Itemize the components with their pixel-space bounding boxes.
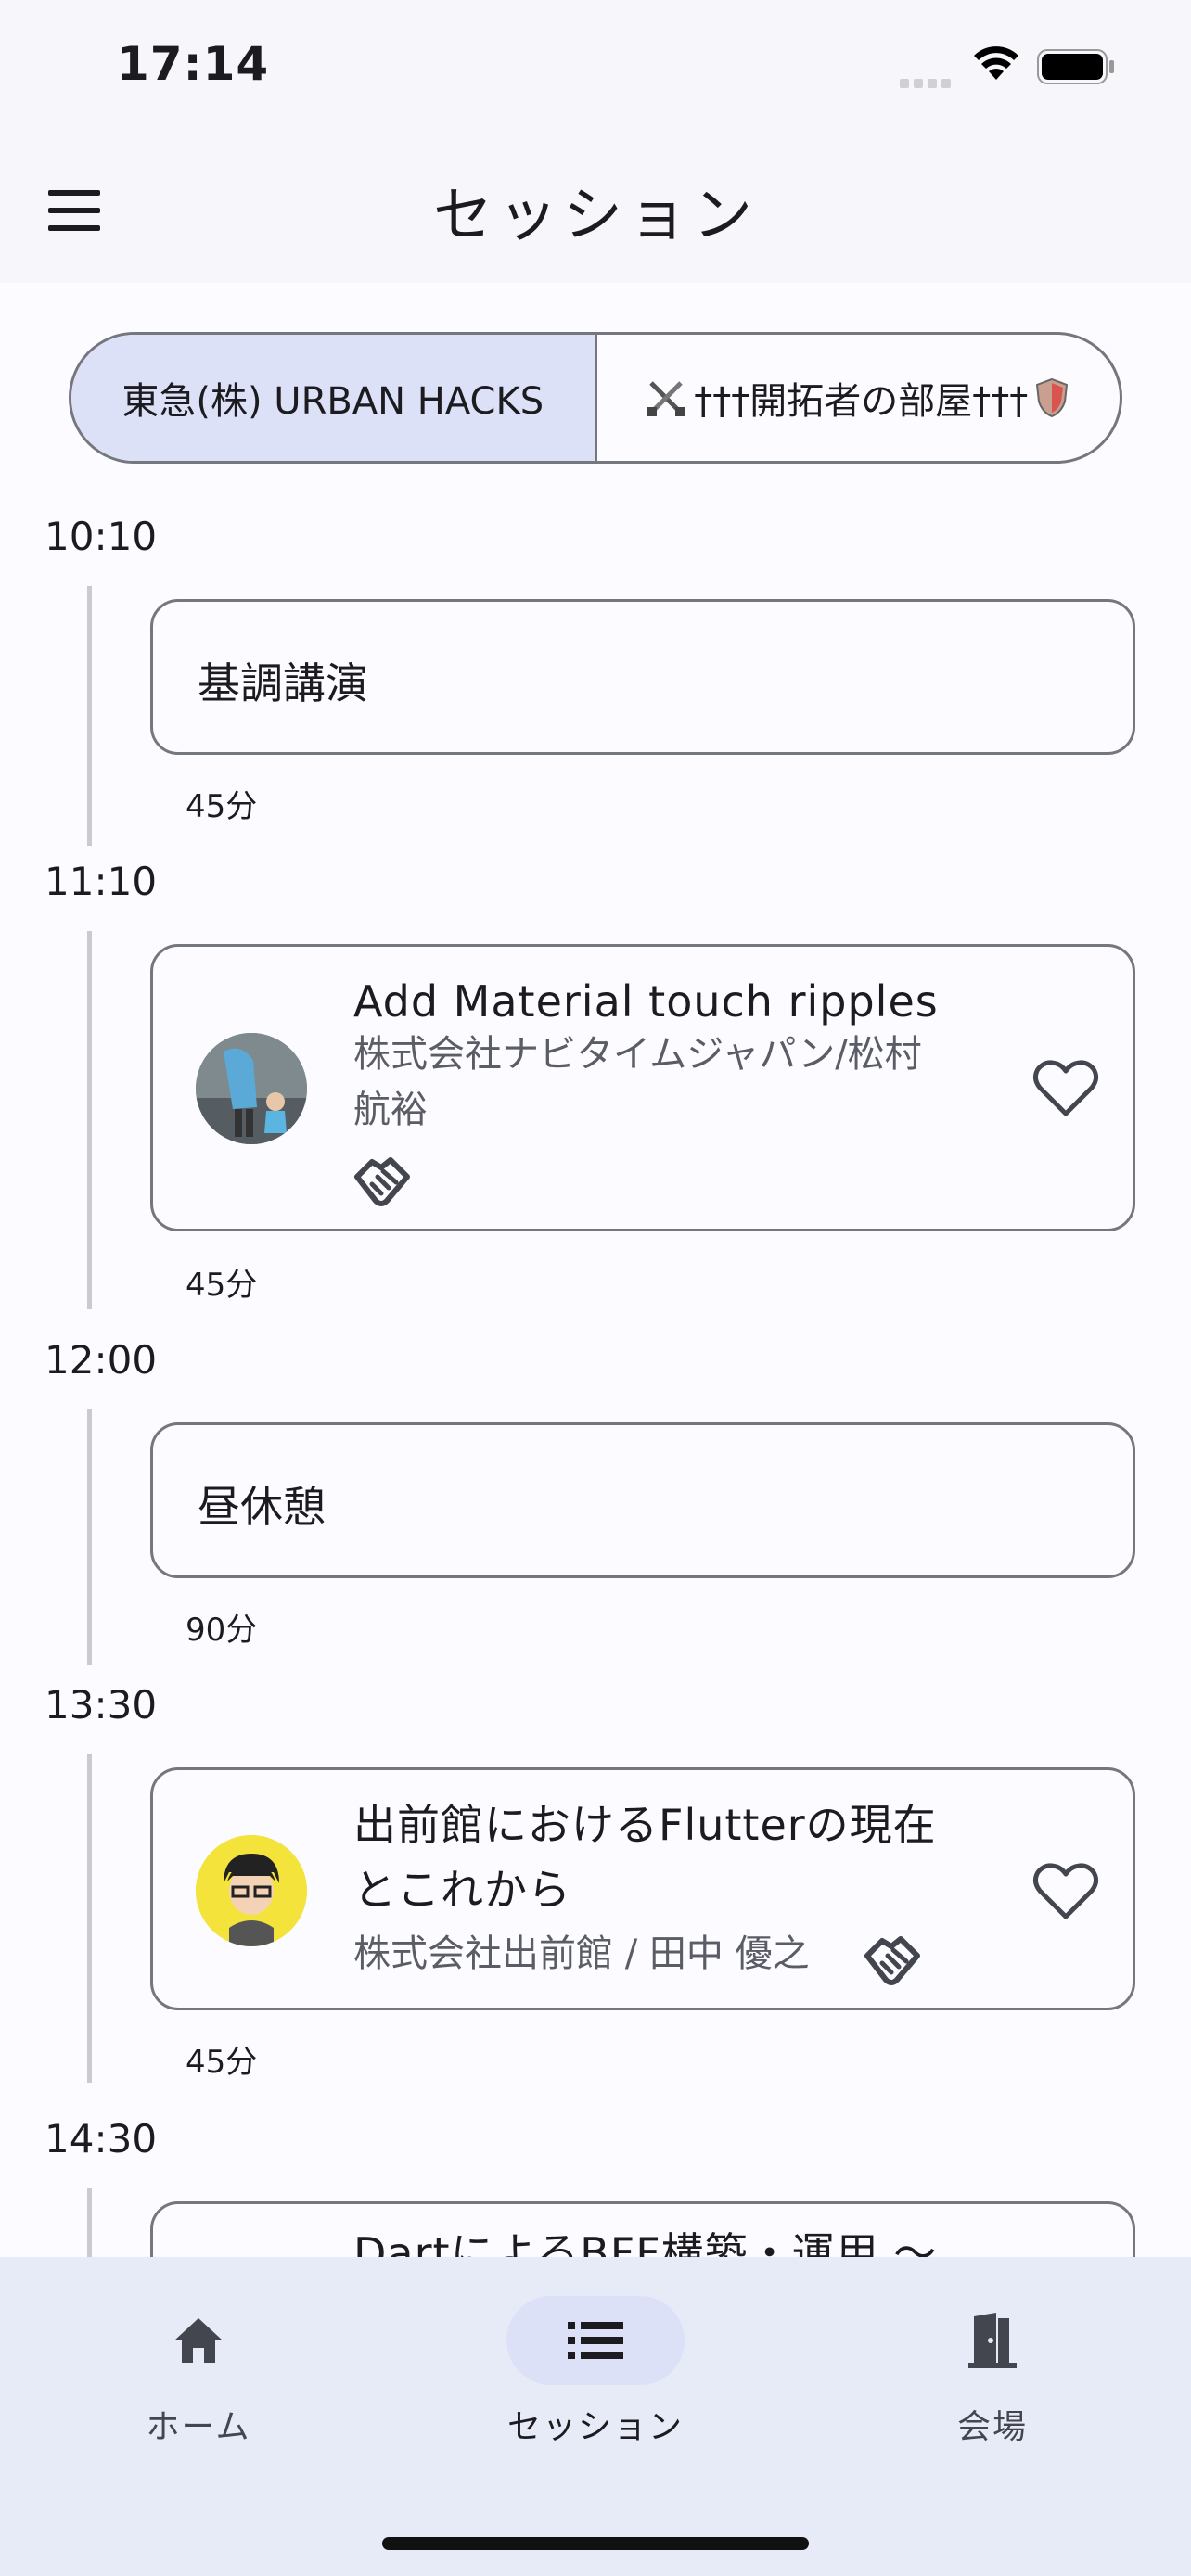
slot-time: 10:10 — [45, 514, 158, 559]
avatar — [196, 1033, 307, 1144]
segment-label: 東急(株) URBAN HACKS — [122, 380, 544, 423]
list-icon — [568, 2322, 623, 2359]
room-selector: 東急(株) URBAN HACKS †††開拓者の部屋††† — [69, 332, 1122, 464]
home-icon — [174, 2318, 223, 2363]
session-duration: 45分 — [186, 788, 258, 825]
bottom-navigation: ホーム セッション 会場 — [0, 2257, 1191, 2576]
timeline-line — [87, 1409, 92, 1665]
session-title: Add Material touch ripples — [353, 976, 939, 1027]
session-title: 出前館におけるFlutterの現在 — [353, 1800, 937, 1850]
battery-icon — [1037, 49, 1114, 84]
nav-label: ホーム — [146, 2408, 251, 2446]
slot-time: 14:30 — [45, 2116, 158, 2162]
segment-pioneer-room[interactable]: †††開拓者の部屋††† — [594, 335, 1121, 461]
session-duration: 45分 — [186, 1267, 258, 1304]
avatar — [196, 1835, 307, 1946]
nav-venue[interactable]: 会場 — [853, 2296, 1132, 2448]
session-card-demaekan[interactable]: 出前館におけるFlutterの現在 とこれから 株式会社出前館 / 田中 優之 — [150, 1767, 1135, 2010]
app-bar: セッション — [0, 134, 1191, 283]
heart-outline-icon[interactable] — [1032, 1861, 1099, 1920]
slot-time: 11:10 — [45, 859, 158, 904]
nav-home[interactable]: ホーム — [59, 2296, 338, 2448]
heart-outline-icon[interactable] — [1032, 1058, 1099, 1117]
session-title: 基調講演 — [198, 658, 368, 708]
slot-time: 13:30 — [45, 1682, 158, 1728]
home-indicator — [382, 2537, 809, 2550]
session-duration: 45分 — [186, 2044, 258, 2081]
handshake-icon — [354, 1157, 410, 1206]
timeline-line — [87, 2188, 92, 2258]
nav-label: セッション — [506, 2408, 684, 2446]
session-title: とこれから — [353, 1865, 571, 1915]
cellular-signal-icon — [900, 74, 955, 88]
page-title: セッション — [433, 182, 758, 250]
session-speaker: 株式会社出前館 / 田中 優之 — [353, 1932, 810, 1975]
shield-icon — [1036, 377, 1069, 418]
door-icon — [968, 2313, 1017, 2368]
session-title: DartによるBFF構築・運用 〜 — [353, 2228, 938, 2258]
session-duration: 90分 — [186, 1612, 258, 1649]
segment-label: †††開拓者の部屋††† — [694, 380, 1029, 423]
session-timeline: 10:10 基調講演 45分 11:10 Add Material touch … — [0, 501, 1191, 2258]
wifi-icon — [974, 46, 1018, 80]
timeline-line — [87, 1754, 92, 2083]
session-speaker: 株式会社ナビタイムジャパン/松村 — [353, 1033, 922, 1076]
session-card-lunch[interactable]: 昼休憩 — [150, 1422, 1135, 1578]
status-time: 17:14 — [117, 37, 270, 91]
handshake-icon — [864, 1936, 920, 1985]
timeline-line — [87, 931, 92, 1309]
crossed-swords-icon — [647, 381, 685, 416]
status-bar: 17:14 — [0, 0, 1191, 134]
session-card-keynote[interactable]: 基調講演 — [150, 599, 1135, 755]
session-card-material-ripples[interactable]: Add Material touch ripples 株式会社ナビタイムジャパン… — [150, 944, 1135, 1231]
nav-sessions[interactable]: セッション — [456, 2296, 735, 2448]
session-card-dart-bff[interactable]: DartによるBFF構築・運用 〜 — [150, 2201, 1135, 2258]
session-speaker: 航裕 — [353, 1089, 428, 1131]
timeline-line — [87, 586, 92, 846]
session-title: 昼休憩 — [198, 1482, 326, 1532]
nav-label: 会場 — [956, 2408, 1028, 2446]
slot-time: 12:00 — [45, 1337, 158, 1383]
segment-urban-hacks[interactable]: 東急(株) URBAN HACKS — [71, 335, 595, 461]
